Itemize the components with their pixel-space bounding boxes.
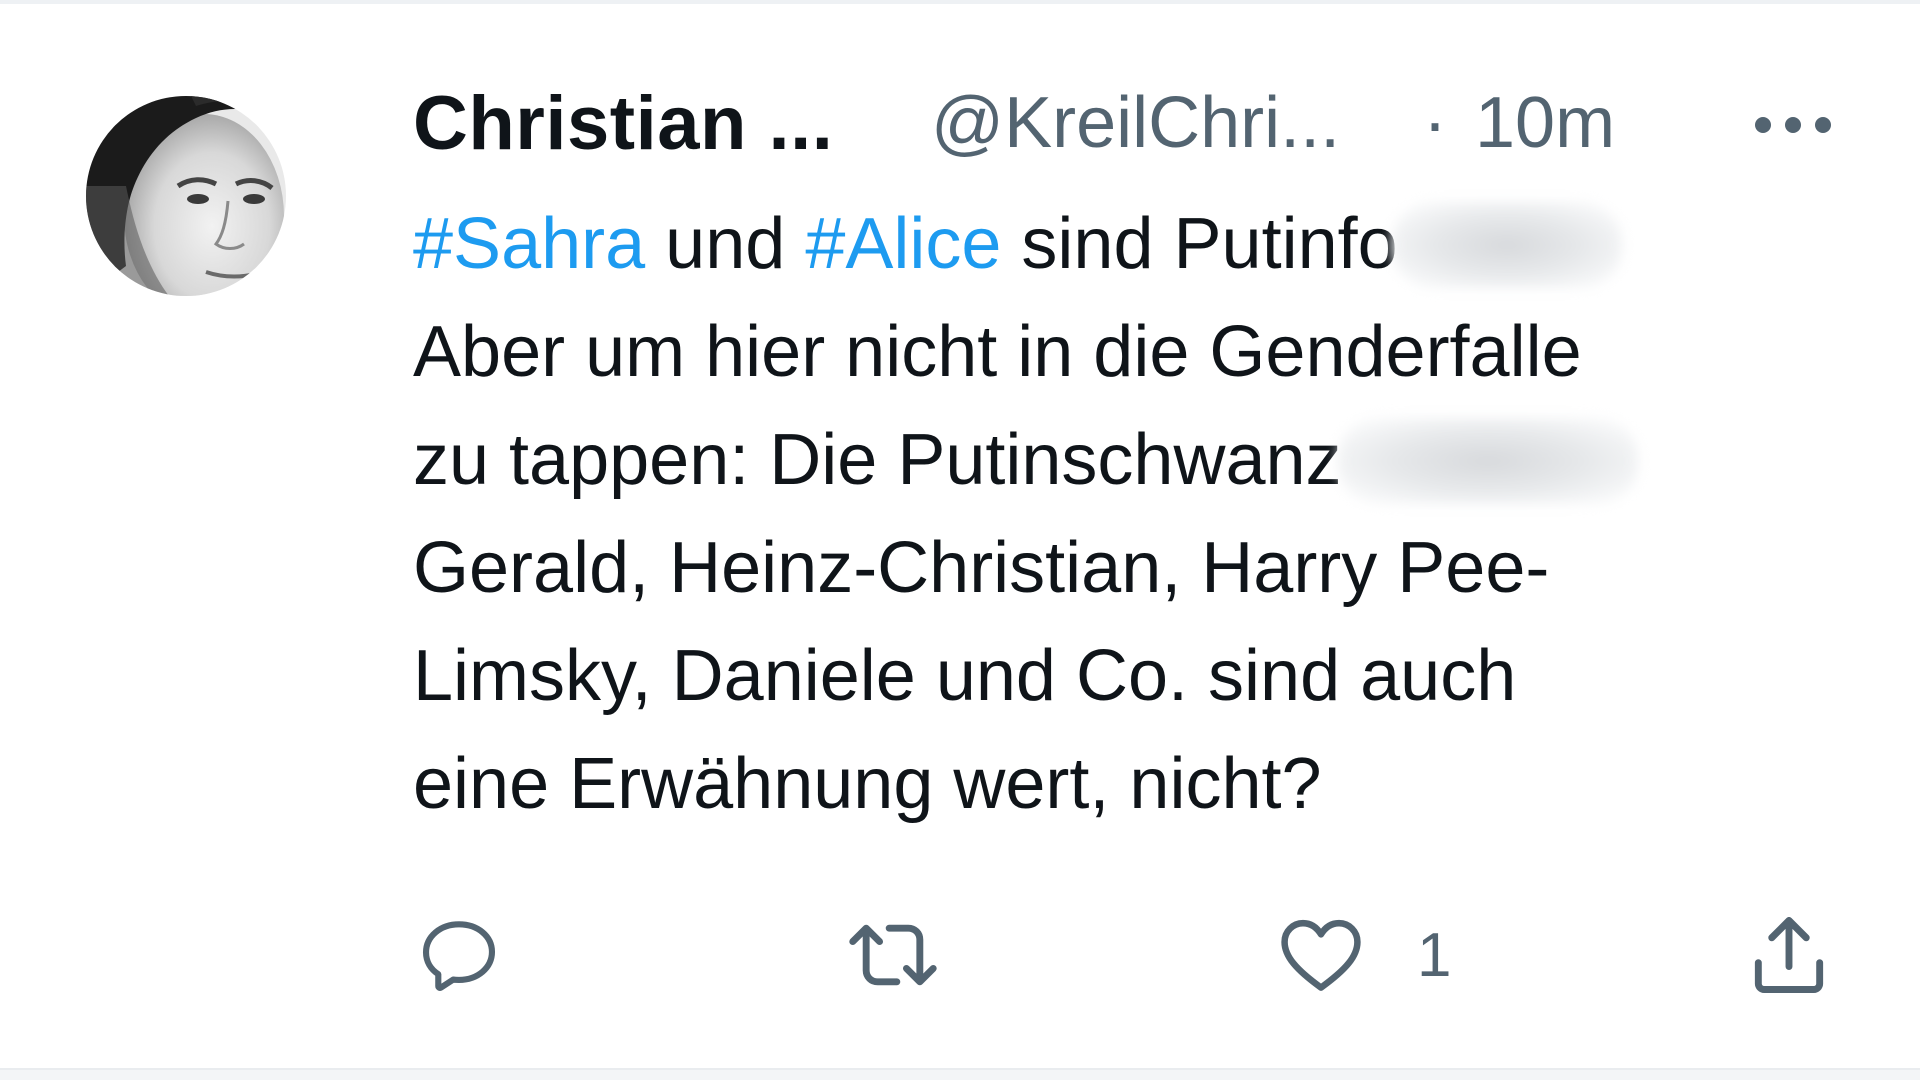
more-options-button[interactable] (1743, 90, 1843, 160)
retweet-button[interactable] (843, 900, 943, 1010)
tweet-line-3: zu tappen: Die Putinschwanz (413, 406, 1833, 514)
tweet-text-segment: Gerald, Heinz-Christian, Harry Pee- (413, 528, 1550, 608)
tweet-line-1: #Sahra und #Alice sind Putinfo (413, 190, 1833, 298)
tweet-text-segment: eine Erwähnung wert, nicht? (413, 744, 1322, 824)
tweet-line-2: Aber um hier nicht in die Genderfalle (413, 298, 1833, 406)
author-handle[interactable]: @KreilChri... (931, 82, 1340, 164)
tweet-line-6: eine Erwähnung wert, nicht? (413, 730, 1833, 838)
tweet-screenshot: Christian ... @KreilChri... · 10m #Sahra… (0, 0, 1920, 1080)
hashtag-alice-link[interactable]: #Alice (805, 204, 1001, 284)
tweet-timestamp[interactable]: 10m (1475, 82, 1615, 164)
tweet-text: #Sahra und #Alice sind Putinfo Aber um h… (413, 190, 1833, 838)
share-button[interactable] (1743, 900, 1835, 1010)
heart-icon (1281, 919, 1361, 991)
like-button[interactable]: 1 (1275, 900, 1451, 1010)
author-display-name[interactable]: Christian ... (413, 80, 833, 167)
tweet-text-segment: Limsky, Daniele und Co. sind auch (413, 636, 1517, 716)
bottom-divider (0, 1068, 1920, 1080)
reply-button[interactable] (413, 900, 505, 1010)
tweet-line-5: Limsky, Daniele und Co. sind auch (413, 622, 1833, 730)
blurred-redaction (1391, 202, 1622, 288)
tweet-line-4: Gerald, Heinz-Christian, Harry Pee- (413, 514, 1833, 622)
tweet-text-segment: und (645, 204, 806, 284)
more-horizontal-icon (1755, 117, 1831, 133)
blurred-redaction (1337, 418, 1638, 504)
tweet-text-segment: Aber um hier nicht in die Genderfalle (413, 312, 1582, 392)
tweet-text-segment: sind Putinfo (1001, 204, 1398, 284)
share-icon (1754, 917, 1824, 993)
like-count: 1 (1417, 920, 1452, 990)
header-separator: · (1423, 83, 1447, 163)
tweet-text-segment: zu tappen: Die Putinschwanz (413, 420, 1342, 500)
top-divider (0, 0, 1920, 4)
hashtag-sahra-link[interactable]: #Sahra (413, 204, 645, 284)
profile-photo-icon (86, 96, 286, 296)
reply-icon (422, 921, 496, 991)
avatar[interactable] (86, 66, 292, 328)
retweet-icon (849, 924, 937, 986)
tweet-action-bar: 1 (413, 900, 1833, 1020)
tweet-header: Christian ... @KreilChri... · 10m (413, 72, 1843, 172)
